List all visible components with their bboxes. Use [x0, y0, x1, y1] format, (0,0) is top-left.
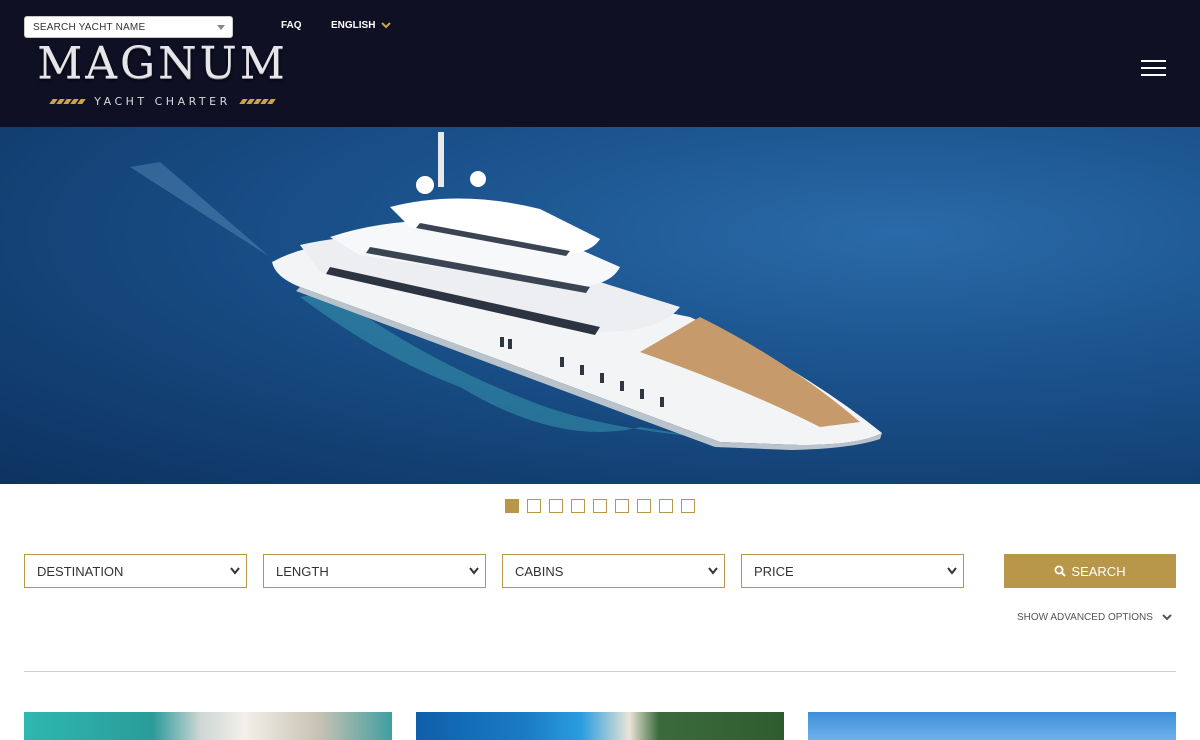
carousel-dot-7[interactable] [637, 499, 651, 513]
carousel-dot-6[interactable] [615, 499, 629, 513]
language-label: ENGLISH [331, 20, 376, 31]
featured-card-3[interactable] [808, 712, 1176, 740]
carousel-dot-9[interactable] [681, 499, 695, 513]
caret-down-icon [217, 25, 225, 30]
faq-link[interactable]: FAQ [281, 20, 302, 31]
cabins-label: CABINS [515, 563, 564, 579]
logo-wordmark: MAGNUM [37, 38, 288, 89]
price-label: PRICE [754, 563, 794, 579]
featured-card-2[interactable] [416, 712, 784, 740]
advanced-options-label: SHOW ADVANCED OPTIONS [1017, 612, 1153, 623]
destination-select[interactable]: DESTINATION [24, 554, 247, 588]
carousel-dot-8[interactable] [659, 499, 673, 513]
yacht-search-placeholder: SEARCH YACHT NAME [33, 21, 146, 33]
logo-stripes-left [49, 99, 87, 104]
section-divider [24, 671, 1176, 672]
show-advanced-options-toggle[interactable]: SHOW ADVANCED OPTIONS [1017, 612, 1172, 623]
length-select[interactable]: LENGTH [263, 554, 486, 588]
chevron-down-icon [230, 567, 240, 575]
carousel-dot-2[interactable] [527, 499, 541, 513]
yacht-illustration [130, 132, 882, 450]
carousel-dot-4[interactable] [571, 499, 585, 513]
hamburger-icon[interactable] [1141, 60, 1166, 76]
chevron-down-icon [947, 567, 957, 575]
search-button[interactable]: SEARCH [1004, 554, 1176, 588]
carousel-dot-1[interactable] [505, 499, 519, 513]
logo-subtitle: YACHT CHARTER [30, 95, 295, 108]
chevron-down-icon [1162, 614, 1172, 621]
magnum-logo[interactable]: MAGNUM YACHT CHARTER [30, 38, 295, 114]
site-header: SEARCH YACHT NAME FAQ ENGLISH MAGNUM YAC… [0, 0, 1200, 127]
destination-label: DESTINATION [37, 563, 124, 579]
search-button-label: SEARCH [1071, 563, 1126, 579]
chevron-down-icon [381, 22, 392, 29]
hero-banner [0, 127, 1200, 484]
yacht-name-search-select[interactable]: SEARCH YACHT NAME [24, 16, 233, 38]
carousel-dot-5[interactable] [593, 499, 607, 513]
language-selector[interactable]: ENGLISH [331, 20, 392, 31]
featured-card-1[interactable] [24, 712, 392, 740]
logo-stripes-right [238, 99, 276, 104]
chevron-down-icon [708, 567, 718, 575]
search-icon [1054, 565, 1067, 577]
carousel-dot-3[interactable] [549, 499, 563, 513]
carousel-pagination [505, 499, 695, 513]
price-select[interactable]: PRICE [741, 554, 964, 588]
length-label: LENGTH [276, 563, 329, 579]
cabins-select[interactable]: CABINS [502, 554, 725, 588]
logo-subtext: YACHT CHARTER [94, 95, 231, 108]
chevron-down-icon [469, 567, 479, 575]
